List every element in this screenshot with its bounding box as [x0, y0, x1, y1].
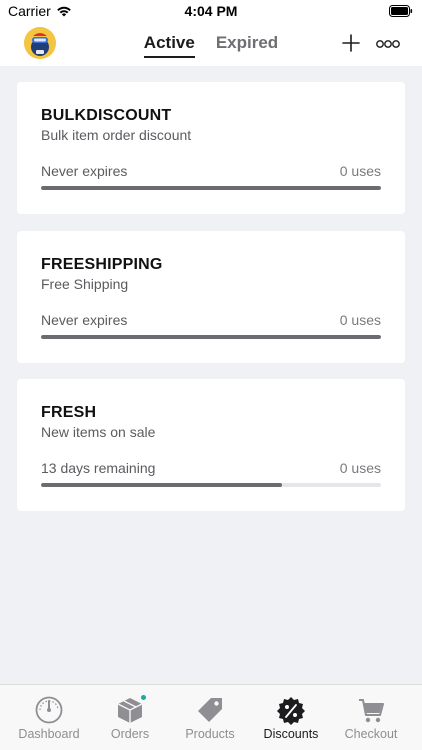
tab-label: Checkout [344, 727, 398, 741]
discount-code: FREESHIPPING [41, 256, 163, 273]
discount-card[interactable]: FREESHIPPING Free Shipping Never expires… [17, 231, 405, 363]
box-icon [117, 698, 143, 723]
status-bar: Carrier 4:04 PM [0, 0, 422, 22]
tag-icon [198, 698, 222, 722]
notification-dot [141, 695, 146, 700]
tab-dashboard[interactable]: Dashboard [7, 685, 91, 750]
status-time: 4:04 PM [184, 3, 238, 19]
plus-icon[interactable] [342, 34, 360, 52]
discount-expiry: Never expires [41, 312, 128, 328]
percent-badge-icon [277, 697, 305, 725]
tab-products[interactable]: Products [168, 685, 252, 750]
discount-code: BULKDISCOUNT [41, 107, 172, 124]
progress-fill [41, 186, 381, 190]
discount-description: Free Shipping [41, 276, 129, 292]
progress-bar [41, 335, 381, 339]
gauge-icon [35, 696, 63, 724]
tab-discounts[interactable]: Discounts [249, 685, 333, 750]
bottom-tab-bar: Dashboard Orders Products Discounts Chec… [0, 684, 422, 750]
tab-label: Discounts [263, 727, 319, 741]
discount-expiry: 13 days remaining [41, 460, 156, 476]
tab-label: Products [185, 727, 235, 741]
nav-bar: Active Expired [0, 22, 422, 66]
progress-fill [41, 483, 283, 487]
tab-active[interactable]: Active [143, 33, 195, 58]
screen: Carrier 4:04 PM Active Expired BULKDISCO… [0, 0, 422, 750]
discount-uses: 0 uses [339, 460, 381, 476]
cart-icon [359, 699, 384, 723]
discount-card[interactable]: FRESH New items on sale 13 days remainin… [17, 379, 405, 511]
tab-label: Dashboard [18, 727, 80, 741]
discount-code: FRESH [41, 404, 97, 421]
tab-orders[interactable]: Orders [88, 685, 172, 750]
discount-description: New items on sale [41, 424, 156, 440]
battery-icon [389, 4, 413, 20]
discount-uses: 0 uses [339, 163, 381, 179]
tab-checkout[interactable]: Checkout [329, 685, 413, 750]
tab-expired[interactable]: Expired [216, 33, 278, 58]
progress-bar [41, 186, 381, 190]
progress-fill [41, 335, 381, 339]
discount-expiry: Never expires [41, 163, 128, 179]
discount-card[interactable]: BULKDISCOUNT Bulk item order discount Ne… [17, 82, 405, 214]
tab-label: Orders [110, 727, 150, 741]
discount-description: Bulk item order discount [41, 127, 192, 143]
discount-uses: 0 uses [339, 312, 381, 328]
more-icon[interactable] [376, 39, 400, 49]
progress-bar [41, 483, 381, 487]
